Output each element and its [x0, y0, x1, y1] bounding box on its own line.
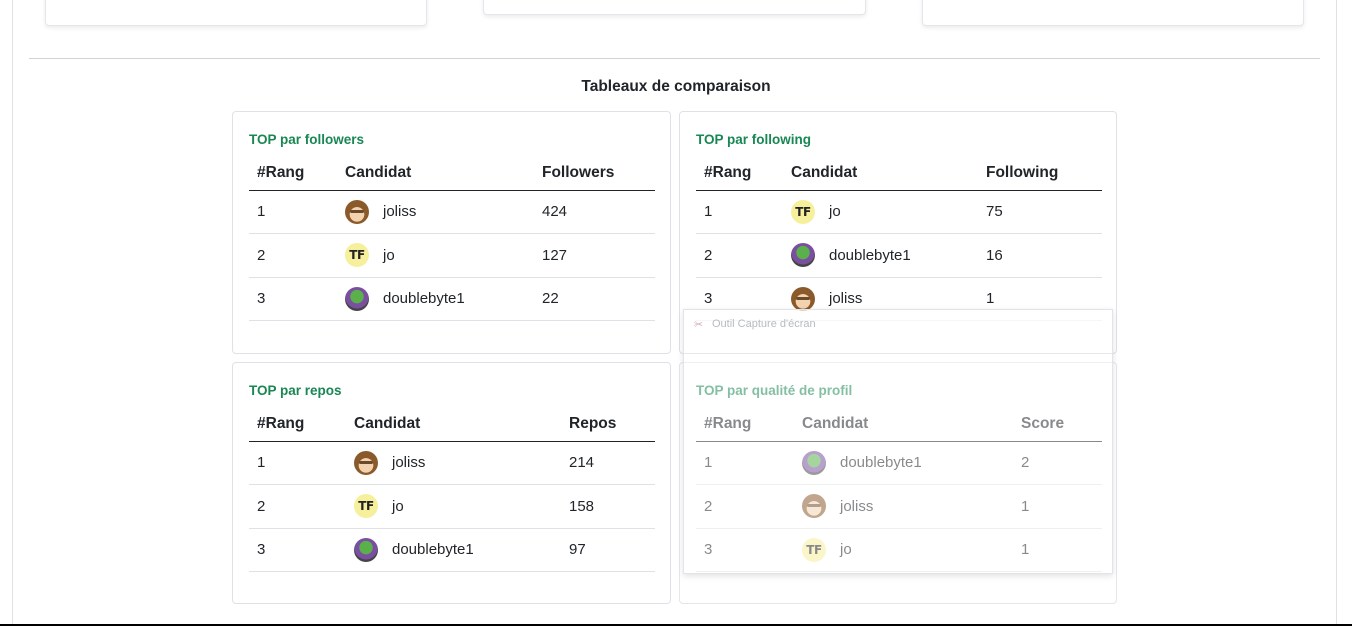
jo-avatar: TF [345, 243, 369, 268]
doublebyte1-avatar [345, 286, 369, 311]
screenshot-tool-toolbar[interactable]: ✂ Outil Capture d'écran [684, 310, 1112, 354]
metric-cell: 16 [978, 233, 1102, 278]
screenshot-tool-overlay[interactable]: ✂ Outil Capture d'écran [683, 309, 1113, 574]
table-row: 2 TF jo 127 [249, 233, 655, 278]
col-metric-header: Following [978, 156, 1102, 191]
card-title: TOP par following [696, 132, 812, 147]
card-title: TOP par repos [249, 383, 342, 398]
doublebyte1-avatar [791, 243, 815, 268]
col-candidate-header: Candidat [337, 156, 534, 191]
table-row: 1 TF jo 75 [696, 190, 1102, 234]
stat-card-1 [45, 0, 427, 26]
stat-card-3 [922, 0, 1304, 26]
candidate-name: doublebyte1 [829, 246, 911, 264]
table-header-row: #Rang Candidat Followers [249, 156, 655, 191]
table-row: 2 TF jo 158 [249, 484, 655, 529]
metric-cell: 22 [534, 277, 655, 321]
candidate-cell: doublebyte1 [783, 233, 978, 278]
candidate-name: joliss [383, 203, 417, 221]
candidate-cell: TF jo [783, 190, 978, 234]
snipping-tool-icon: ✂ [694, 319, 704, 331]
candidate-cell: TF jo [346, 484, 561, 529]
rank-cell: 2 [249, 233, 337, 278]
table-row: 3 doublebyte1 97 [249, 528, 655, 572]
joliss-avatar [345, 199, 369, 224]
doublebyte1-avatar [354, 537, 378, 562]
candidate-name: jo [383, 246, 395, 264]
col-rank-header: #Rang [696, 156, 783, 191]
top-repos-card: TOP par repos #Rang Candidat Repos 1 joli… [232, 362, 671, 604]
candidate-name: joliss [829, 290, 863, 308]
metric-cell: 158 [561, 484, 655, 529]
table-header-row: #Rang Candidat Repos [249, 407, 655, 442]
metric-cell: 127 [534, 233, 655, 278]
card-title: TOP par followers [249, 132, 365, 147]
metric-cell: 424 [534, 190, 655, 234]
col-metric-header: Repos [561, 407, 655, 442]
stat-card-2 [483, 0, 866, 15]
candidate-cell: doublebyte1 [337, 277, 534, 321]
top-followers-card: TOP par followers #Rang Candidat Followe… [232, 111, 671, 354]
ranking-table: #Rang Candidat Followers 1 joliss 424 2 TF jo… [249, 156, 655, 321]
col-metric-header: Followers [534, 156, 655, 191]
candidate-cell: joliss [337, 190, 534, 234]
col-candidate-header: Candidat [783, 156, 978, 191]
candidate-name: doublebyte1 [383, 290, 465, 308]
table-row: 1 joliss 214 [249, 441, 655, 485]
candidate-cell: joliss [346, 441, 561, 485]
jo-avatar: TF [354, 494, 378, 519]
ranking-table: #Rang Candidat Repos 1 joliss 214 2 TF jo 158 3… [249, 407, 655, 572]
jo-avatar: TF [791, 199, 815, 224]
section-title: Tableaux de comparaison [581, 78, 771, 95]
metric-cell: 214 [561, 441, 655, 485]
candidate-cell: doublebyte1 [346, 528, 561, 572]
rank-cell: 1 [249, 190, 337, 234]
candidate-name: jo [829, 203, 841, 221]
table-row: 3 doublebyte1 22 [249, 277, 655, 321]
candidate-name: joliss [392, 454, 426, 472]
candidate-name: jo [392, 497, 404, 515]
section-divider [29, 58, 1320, 59]
rank-cell: 1 [696, 190, 783, 234]
col-candidate-header: Candidat [346, 407, 561, 442]
table-header-row: #Rang Candidat Following [696, 156, 1102, 191]
metric-cell: 75 [978, 190, 1102, 234]
rank-cell: 2 [249, 484, 346, 529]
rank-cell: 3 [249, 277, 337, 321]
screenshot-tool-label: Outil Capture d'écran [712, 318, 816, 330]
joliss-avatar [354, 450, 378, 475]
ranking-table: #Rang Candidat Following 1 TF jo 75 2 doubleb… [696, 156, 1102, 321]
candidate-name: doublebyte1 [392, 541, 474, 559]
joliss-avatar [791, 286, 815, 311]
rank-cell: 3 [249, 528, 346, 572]
table-row: 1 joliss 424 [249, 190, 655, 234]
col-rank-header: #Rang [249, 407, 346, 442]
metric-cell: 97 [561, 528, 655, 572]
col-rank-header: #Rang [249, 156, 337, 191]
rank-cell: 2 [696, 233, 783, 278]
table-row: 2 doublebyte1 16 [696, 233, 1102, 278]
candidate-cell: TF jo [337, 233, 534, 278]
rank-cell: 1 [249, 441, 346, 485]
